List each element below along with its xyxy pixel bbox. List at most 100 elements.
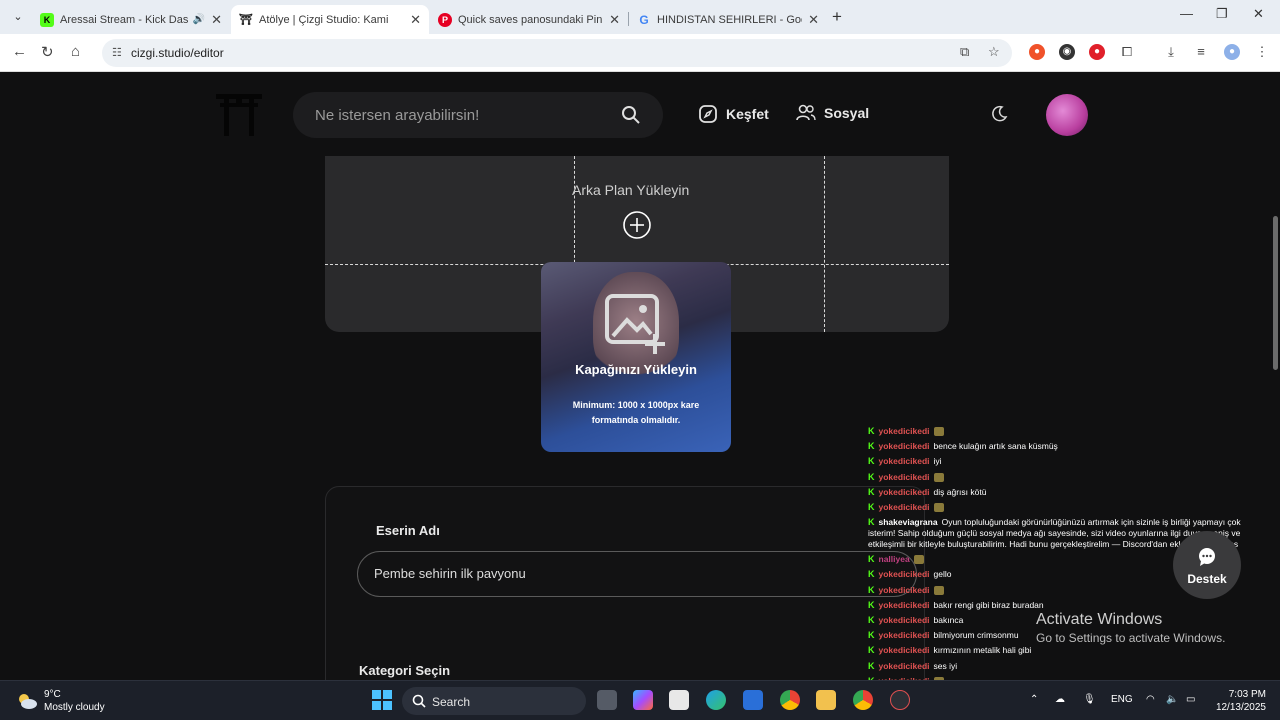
speaker-icon[interactable]: 🔊 — [193, 14, 205, 25]
search-icon[interactable] — [621, 105, 641, 125]
users-icon — [796, 104, 816, 121]
nav-explore-link[interactable]: Keşfet — [698, 104, 769, 124]
chat-username[interactable]: yokedicikedi — [879, 441, 930, 451]
extension-icon[interactable]: ● — [1029, 44, 1045, 60]
chat-username[interactable]: yokedicikedi — [879, 600, 930, 610]
download-icon[interactable]: ⤓ — [1163, 44, 1179, 60]
bookmark-star-icon[interactable]: ☆ — [988, 44, 1000, 60]
reload-button[interactable]: ↻ — [41, 43, 54, 61]
kick-badge-icon: K — [868, 584, 875, 595]
site-search-input[interactable] — [315, 104, 615, 126]
windows-start-icon[interactable] — [372, 690, 392, 710]
chat-username[interactable]: yokedicikedi — [879, 645, 930, 655]
chat-message: Kyokedicikedi diş ağrısı kötü — [868, 485, 1268, 500]
extensions-puzzle-icon[interactable]: ⧠ — [1119, 44, 1135, 60]
close-tab-icon[interactable]: ✕ — [410, 12, 421, 28]
file-explorer-icon[interactable] — [816, 690, 836, 710]
chrome-icon[interactable] — [780, 690, 800, 710]
chat-text: bilmiyorum crimsonmu — [933, 630, 1019, 641]
work-name-field[interactable] — [357, 551, 917, 597]
chat-emote-icon — [933, 585, 944, 595]
chat-username[interactable]: shakeviagrana — [879, 517, 938, 527]
chat-username[interactable]: yokedicikedi — [879, 585, 930, 595]
chat-username[interactable]: yokedicikedi — [879, 615, 930, 625]
dark-mode-moon-icon[interactable] — [990, 105, 1008, 123]
maximize-icon[interactable]: ❐ — [1216, 6, 1228, 22]
adblock-extension-icon[interactable]: ● — [1089, 44, 1105, 60]
tray-chevron-up-icon[interactable]: ⌃ — [1030, 694, 1038, 705]
window-close-icon[interactable]: ✕ — [1253, 6, 1264, 22]
install-app-icon[interactable]: ⧉ — [960, 44, 969, 60]
close-tab-icon[interactable]: ✕ — [211, 12, 222, 28]
battery-icon[interactable]: ▭ — [1186, 694, 1195, 705]
language-indicator[interactable]: ENG — [1111, 694, 1133, 705]
chat-username[interactable]: yokedicikedi — [879, 487, 930, 497]
chat-message: Kyokedicikedi ses iyi — [868, 659, 1268, 674]
url-text[interactable]: cizgi.studio/editor — [131, 46, 224, 60]
chat-username[interactable]: yokedicikedi — [879, 569, 930, 579]
chat-username[interactable]: yokedicikedi — [879, 472, 930, 482]
torii-logo-icon[interactable] — [216, 94, 262, 136]
image-add-icon — [605, 294, 665, 354]
chat-username[interactable]: yokedicikedi — [879, 426, 930, 436]
edge-icon[interactable] — [706, 690, 726, 710]
chat-username[interactable]: nalliyea — [879, 554, 910, 564]
back-button[interactable]: ← — [12, 43, 27, 60]
tab-search-chevron-icon[interactable]: ⌄ — [8, 8, 28, 26]
tab-cizgi-studio[interactable]: ⛩ Atölye | Çizgi Studio: Kami ✕ — [231, 5, 429, 34]
copilot-icon[interactable] — [633, 690, 653, 710]
close-tab-icon[interactable]: ✕ — [609, 12, 620, 28]
nav-social-link[interactable]: Sosyal — [796, 104, 869, 122]
wifi-icon[interactable]: ◠ — [1146, 694, 1155, 705]
chat-username[interactable]: yokedicikedi — [879, 661, 930, 671]
system-clock[interactable]: 7:03 PM 12/13/2025 — [1210, 688, 1266, 714]
tab-kick-dashboard[interactable]: K Aressai Stream - Kick Dashb 🔊 ✕ — [32, 5, 230, 34]
address-bar[interactable]: ☷ cizgi.studio/editor ⧉ ☆ — [102, 39, 1012, 67]
chat-username[interactable]: yokedicikedi — [879, 456, 930, 466]
work-name-input[interactable] — [374, 566, 874, 581]
tab-pinterest[interactable]: P Quick saves panosundaki Pin ✕ — [430, 5, 628, 34]
support-button[interactable]: Destek — [1173, 531, 1241, 599]
close-tab-icon[interactable]: ✕ — [808, 12, 819, 28]
microphone-icon[interactable]: 🎙 — [1083, 694, 1096, 705]
browser-toolbar: ← ↻ ⌂ ☷ cizgi.studio/editor ⧉ ☆ ● ◉ ● ⧠ … — [0, 34, 1280, 72]
browser-tab-strip: ⌄ K Aressai Stream - Kick Dashb 🔊 ✕ ⛩ At… — [0, 0, 1280, 34]
kick-badge-icon: K — [868, 441, 875, 452]
pinterest-favicon-icon: P — [438, 12, 452, 27]
search-icon — [412, 694, 426, 708]
media-controls-icon[interactable]: ≡ — [1193, 44, 1209, 60]
taskbar-search-box[interactable]: Search — [402, 687, 586, 715]
volume-icon[interactable]: 🔈 — [1166, 694, 1178, 705]
add-circle-icon[interactable] — [622, 210, 652, 240]
task-view-icon[interactable] — [597, 690, 617, 710]
browser-menu-icon[interactable]: ⋮ — [1254, 44, 1270, 60]
store-icon[interactable] — [669, 690, 689, 710]
profile-avatar-icon[interactable]: ● — [1224, 44, 1240, 60]
minimize-icon[interactable]: — — [1180, 6, 1193, 21]
chat-text: bakınca — [933, 615, 964, 626]
site-settings-icon[interactable]: ☷ — [112, 46, 122, 59]
new-tab-button[interactable]: + — [832, 7, 842, 27]
user-avatar[interactable] — [1046, 94, 1088, 136]
tab-google-search[interactable]: G HINDISTAN SEHIRLERI - Google ✕ — [629, 5, 827, 34]
windows-taskbar: 9°C Mostly cloudy Search ⌃ ☁ 🎙 ENG ◠ 🔈 ▭… — [0, 680, 1280, 720]
obs-recording-icon[interactable] — [890, 690, 910, 710]
dashed-guide-line — [824, 156, 825, 332]
chrome-active-icon[interactable] — [853, 690, 873, 710]
chat-username[interactable]: yokedicikedi — [879, 502, 930, 512]
chat-message: Kyokedicikedi — [868, 424, 1268, 439]
weather-temperature: 9°C — [44, 689, 61, 700]
chat-username[interactable]: yokedicikedi — [879, 630, 930, 640]
page-scrollbar[interactable] — [1273, 216, 1278, 370]
extension-icon[interactable]: ◉ — [1059, 44, 1075, 60]
onedrive-cloud-icon[interactable]: ☁ — [1055, 694, 1065, 705]
weather-widget[interactable]: 9°C Mostly cloudy — [16, 688, 105, 714]
home-button[interactable]: ⌂ — [71, 43, 80, 60]
mail-icon[interactable] — [743, 690, 763, 710]
chat-emote-icon — [913, 555, 924, 565]
chat-text: iyi — [933, 456, 942, 467]
category-select-label: Kategori Seçin — [359, 663, 451, 678]
google-favicon-icon: G — [639, 12, 649, 27]
cover-upload-area[interactable]: Kapağınızı Yükleyin Minimum: 1000 x 1000… — [541, 262, 731, 452]
kick-badge-icon: K — [868, 645, 875, 656]
